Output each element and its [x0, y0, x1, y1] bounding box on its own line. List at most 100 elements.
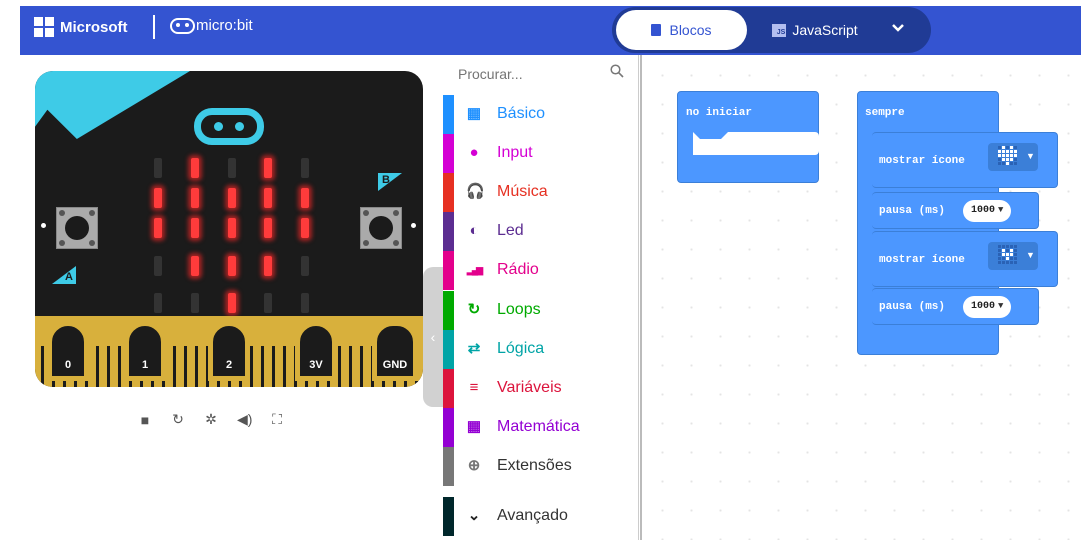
led-3-2: [228, 256, 236, 276]
led-4-4: [301, 293, 309, 313]
pin-3v[interactable]: 3V: [295, 321, 337, 381]
edge-hole-left: [41, 223, 46, 228]
show-icon-label: mostrar ícone: [879, 254, 965, 266]
on-start-label: no iniciar: [686, 107, 753, 119]
pause-block-2[interactable]: pausa (ms) 1000 ▼: [872, 288, 1039, 325]
blocks-workspace[interactable]: no iniciar sempre mostrar ícone ▼ pausa …: [640, 55, 1081, 540]
header-divider: [153, 15, 155, 39]
collapse-simulator-button[interactable]: ‹: [423, 267, 443, 407]
touch-logo[interactable]: [194, 108, 264, 145]
edge-strip: [250, 346, 253, 387]
category-label: Matemática: [497, 418, 580, 435]
tab-javascript[interactable]: JS JavaScript: [755, 10, 875, 50]
category-color-bar: [443, 251, 454, 290]
show-icon-block-2[interactable]: mostrar ícone ▼: [872, 231, 1058, 287]
category-avançado[interactable]: ⌄ Avançado: [443, 497, 639, 536]
plus-circle-icon: ⊕: [467, 457, 481, 474]
category-label: Loops: [497, 301, 541, 318]
led-2-2: [228, 218, 236, 238]
edge-strip: [261, 346, 264, 387]
category-rádio[interactable]: ▂▄▆ Rádio: [443, 251, 639, 290]
tab-blocks-label: Blocos: [669, 22, 712, 38]
stop-icon[interactable]: ■: [138, 412, 152, 428]
debug-icon[interactable]: ✲: [204, 411, 218, 428]
category-música[interactable]: 🎧 Música: [443, 173, 639, 212]
category-loops[interactable]: ↻ Loops: [443, 291, 639, 330]
pin-1[interactable]: 1: [124, 321, 166, 381]
headphones-icon: 🎧: [466, 183, 485, 200]
search-input[interactable]: [458, 63, 624, 85]
search-icon[interactable]: [610, 64, 624, 78]
led-2-4: [301, 218, 309, 238]
pin-2[interactable]: 2: [208, 321, 250, 381]
led-3-0: [154, 256, 162, 276]
led-1-2: [228, 188, 236, 208]
category-label: Avançado: [497, 507, 568, 524]
edge-strip: [41, 346, 44, 387]
grid-icon: ▦: [466, 105, 482, 122]
js-icon: JS: [772, 23, 787, 37]
category-input[interactable]: ● Input: [443, 134, 639, 173]
pin-gnd[interactable]: GND: [372, 321, 418, 381]
pause-value: 1000: [971, 301, 996, 312]
icon-picker-big-heart[interactable]: ▼: [988, 143, 1038, 171]
button-a-label: A: [52, 266, 76, 284]
category-matemática[interactable]: ▦ Matemática: [443, 408, 639, 447]
led-3-3: [264, 256, 272, 276]
edge-strip: [349, 346, 352, 387]
led-3-1: [191, 256, 199, 276]
led-0-1: [191, 158, 199, 178]
pause-value-dropdown[interactable]: 1000 ▼: [963, 296, 1012, 318]
calculator-icon: ▦: [466, 418, 482, 435]
tab-blocks[interactable]: Blocos: [616, 10, 747, 50]
toolbox: ▦ Básico ● Input 🎧 Música ◐ Led ▂▄▆ Rádio ↻ Loops ⇄ L…: [443, 55, 639, 540]
category-básico[interactable]: ▦ Básico: [443, 95, 639, 134]
button-a[interactable]: [56, 207, 98, 249]
led-1-1: [191, 188, 199, 208]
led-1-0: [154, 188, 162, 208]
led-0-2: [228, 158, 236, 178]
category-color-bar: [443, 408, 454, 447]
chevron-down-icon: ⌄: [467, 507, 481, 524]
pause-label: pausa (ms): [879, 301, 946, 313]
restart-icon[interactable]: ↻: [171, 411, 185, 428]
microbit-board: A B 0 1 2 3V GND: [35, 71, 423, 387]
edge-strip: [338, 346, 341, 387]
edge-strip: [283, 346, 286, 387]
big-heart-icon: [998, 146, 1017, 165]
microsoft-logo[interactable]: Microsoft: [34, 16, 128, 38]
shuffle-icon: ⇄: [467, 340, 481, 357]
list-icon: ≡: [469, 379, 479, 396]
category-led[interactable]: ◐ Led: [443, 212, 639, 251]
category-extensões[interactable]: ⊕ Extensões: [443, 447, 639, 486]
edge-strip: [360, 346, 363, 387]
icon-picker-small-heart[interactable]: ▼: [988, 242, 1038, 270]
button-b[interactable]: [360, 207, 402, 249]
fullscreen-icon[interactable]: ⛶: [270, 411, 284, 428]
show-icon-block-1[interactable]: mostrar ícone ▼: [872, 132, 1058, 188]
dropdown-arrow-icon: ▼: [1026, 250, 1035, 260]
chevron-down-icon[interactable]: [890, 19, 910, 39]
signal-icon: ▂▄▆: [466, 265, 483, 275]
simulator-toolbar: ■ ↻ ✲ ◀) ⛶: [138, 411, 284, 428]
led-2-1: [191, 218, 199, 238]
category-label: Lógica: [497, 340, 545, 357]
category-color-bar: [443, 447, 454, 486]
category-color-bar: [443, 134, 454, 173]
puzzle-icon: [651, 24, 662, 36]
led-1-3: [264, 188, 272, 208]
category-color-bar: [443, 212, 454, 251]
show-icon-label: mostrar ícone: [879, 155, 965, 167]
category-lógica[interactable]: ⇄ Lógica: [443, 330, 639, 369]
led-0-0: [154, 158, 162, 178]
pause-value-dropdown[interactable]: 1000 ▼: [963, 200, 1012, 222]
microbit-logo[interactable]: micro:bit: [170, 17, 253, 34]
toggle-icon: ◐: [469, 222, 479, 239]
editor-toggle: Blocos JS JavaScript: [612, 7, 931, 53]
pause-block-1[interactable]: pausa (ms) 1000 ▼: [872, 192, 1039, 229]
forever-label: sempre: [865, 107, 905, 119]
mute-icon[interactable]: ◀): [237, 411, 252, 428]
windows-grid-icon: [34, 17, 54, 37]
pin-0[interactable]: 0: [47, 321, 89, 381]
category-variáveis[interactable]: ≡ Variáveis: [443, 369, 639, 408]
